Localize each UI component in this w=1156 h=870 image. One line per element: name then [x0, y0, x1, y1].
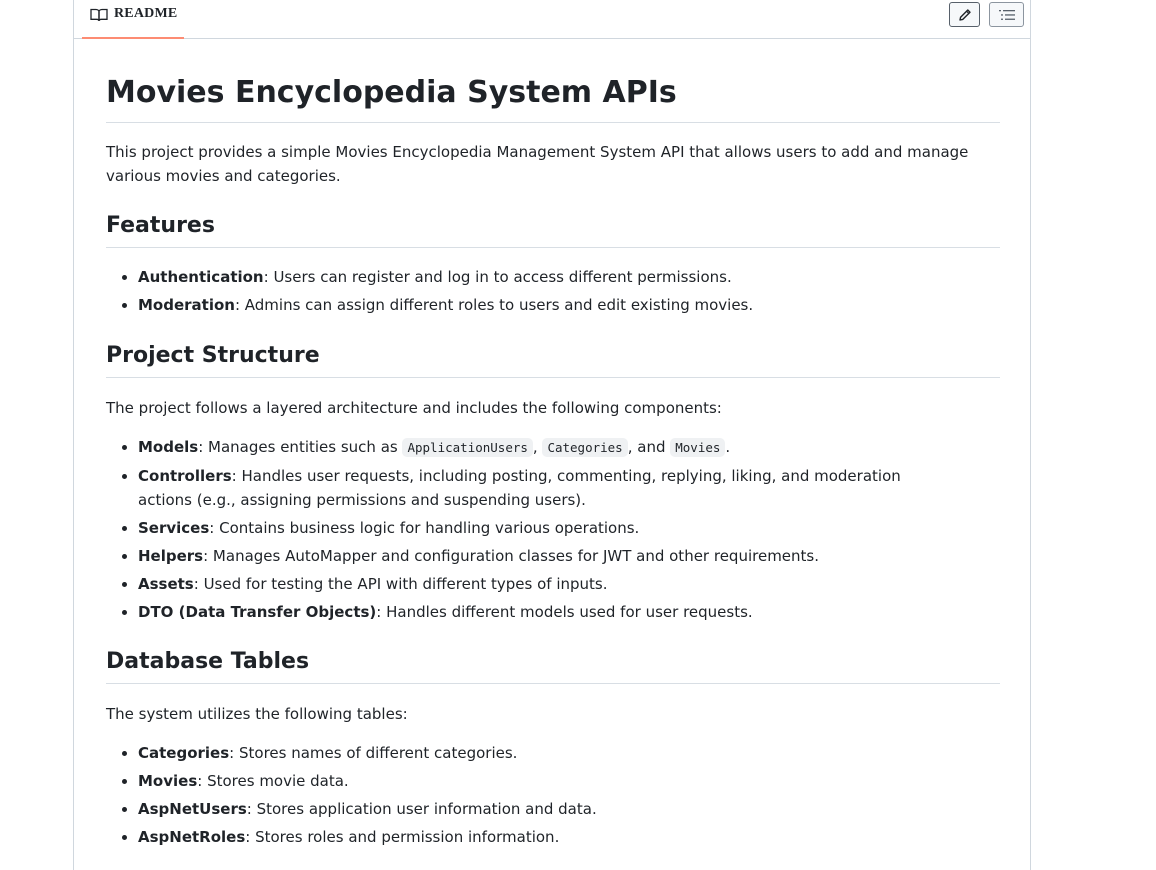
list-item: Controllers: Handles user requests, incl… — [106, 464, 948, 512]
database-intro: The system utilizes the following tables… — [106, 705, 408, 723]
page-title: Movies Encyclopedia System APIs — [106, 73, 1000, 123]
list-item: Authentication: Users can register and l… — [106, 265, 1000, 289]
pencil-icon — [958, 8, 971, 21]
list-item: Moderation: Admins can assign different … — [106, 293, 1000, 317]
structure-intro: The project follows a layered architectu… — [106, 399, 722, 417]
database-list: Categories: Stores names of different ca… — [106, 741, 1000, 853]
structure-list: Models: Manages entities such as Applica… — [106, 435, 1000, 628]
code-application-users: ApplicationUsers — [402, 438, 533, 457]
readme-header: README — [74, 0, 1030, 39]
list-item: AspNetUsers: Stores application user inf… — [106, 797, 1000, 821]
database-tables-heading: Database Tables — [106, 648, 1000, 684]
features-heading: Features — [106, 212, 1000, 248]
edit-file-button[interactable] — [949, 2, 980, 27]
list-item: Categories: Stores names of different ca… — [106, 741, 1000, 765]
list-item: Movies: Stores movie data. — [106, 769, 1000, 793]
code-movies: Movies — [670, 438, 726, 457]
list-item: Services: Contains business logic for ha… — [106, 516, 1000, 540]
intro-paragraph: This project provides a simple Movies En… — [106, 143, 969, 185]
code-categories: Categories — [542, 438, 628, 457]
list-item: Helpers: Manages AutoMapper and configur… — [106, 544, 1000, 568]
outline-button[interactable] — [989, 2, 1024, 27]
project-structure-heading: Project Structure — [106, 342, 1000, 378]
list-icon — [998, 9, 1015, 20]
readme-panel: README Movies Encyclopedia System APIs T… — [73, 0, 1031, 870]
list-item: Assets: Used for testing the API with di… — [106, 572, 1000, 596]
tab-active-underline — [82, 37, 184, 39]
tab-readme-label: README — [114, 6, 178, 21]
list-item: AspNetRoles: Stores roles and permission… — [106, 825, 1000, 849]
list-item: Models: Manages entities such as Applica… — [106, 435, 1000, 460]
tab-readme[interactable]: README — [82, 0, 184, 39]
features-list: Authentication: Users can register and l… — [106, 265, 1000, 321]
list-item: DTO (Data Transfer Objects): Handles dif… — [106, 600, 1000, 624]
book-icon — [90, 8, 108, 22]
